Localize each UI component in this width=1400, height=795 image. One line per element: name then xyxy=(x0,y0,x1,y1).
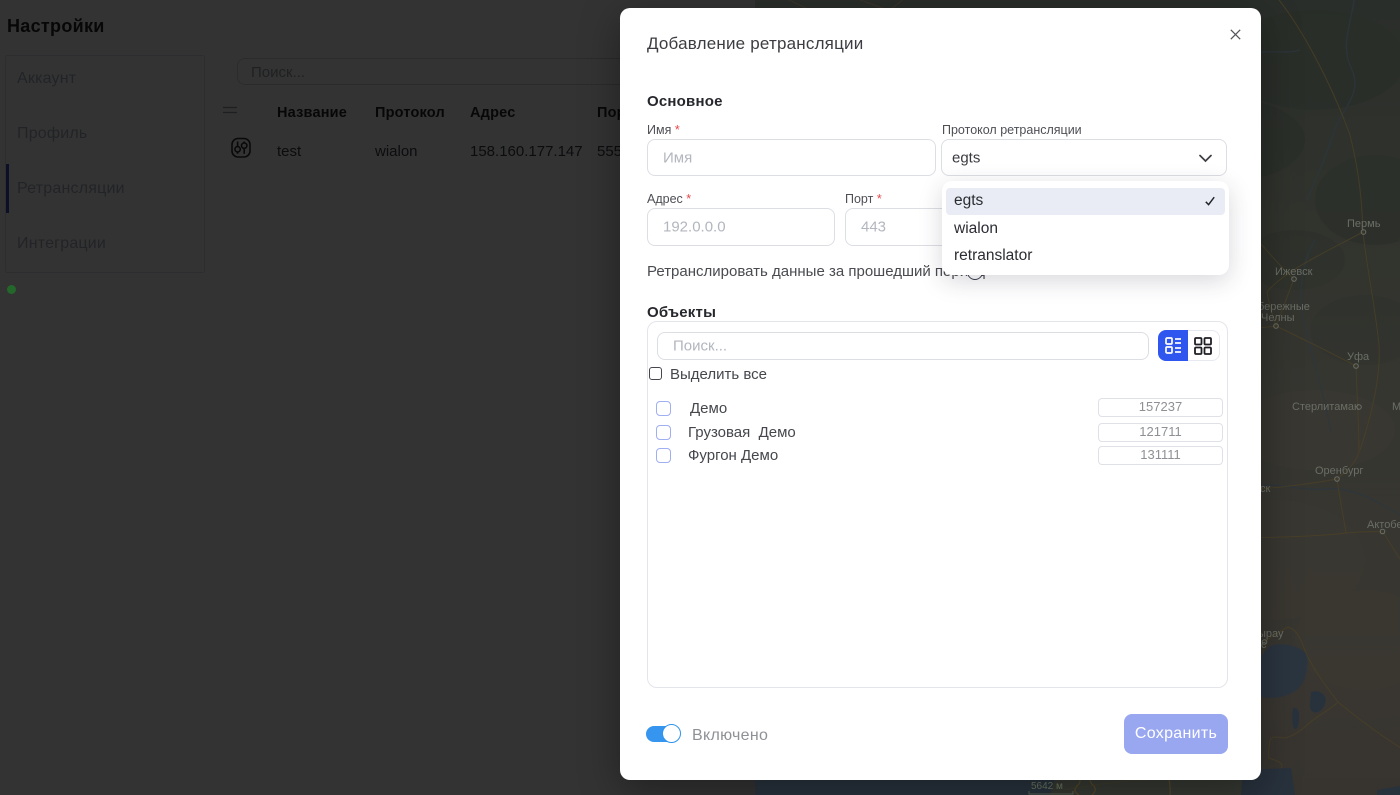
svg-text:М: М xyxy=(1392,401,1400,413)
svg-text:Челны: Челны xyxy=(1261,312,1295,324)
svg-text:Ижевск: Ижевск xyxy=(1275,266,1313,278)
svg-text:ск: ск xyxy=(1260,483,1271,495)
svg-text:Стерлитамак: Стерлитамак xyxy=(1292,401,1359,413)
svg-text:5642 м: 5642 м xyxy=(1031,781,1063,792)
svg-text:Оренбург: Оренбург xyxy=(1315,465,1363,477)
svg-text:Пермь: Пермь xyxy=(1347,218,1381,230)
svg-text:Уфа: Уфа xyxy=(1347,351,1370,363)
